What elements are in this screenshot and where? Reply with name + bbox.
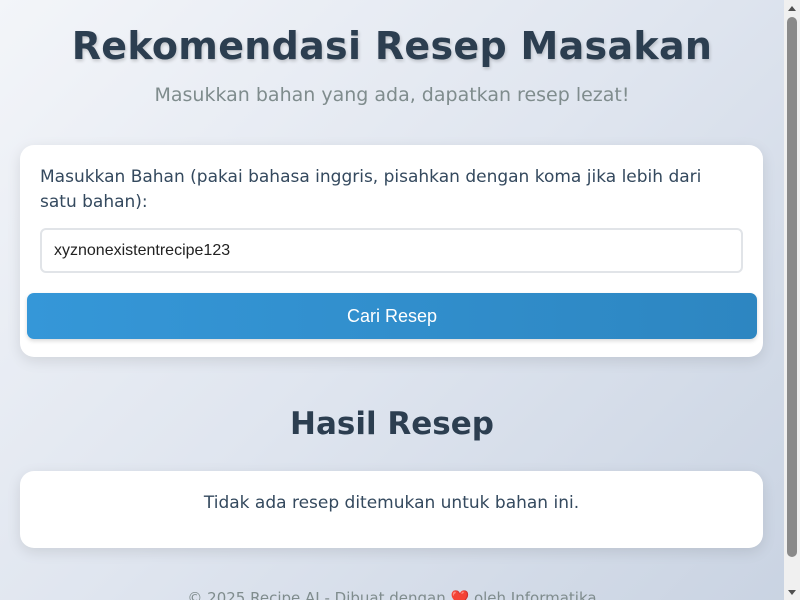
- footer: © 2025 Recipe AI - Dibuat dengan ❤️ oleh…: [0, 589, 784, 600]
- ingredient-input[interactable]: [40, 228, 743, 273]
- footer-text-start: © 2025 Recipe AI - Dibuat dengan: [187, 589, 451, 600]
- results-heading: Hasil Resep: [290, 406, 494, 442]
- ingredient-label: Masukkan Bahan (pakai bahasa inggris, pi…: [40, 167, 702, 212]
- page: Rekomendasi Resep Masakan Masukkan bahan…: [0, 0, 784, 600]
- vertical-scrollbar[interactable]: [784, 0, 800, 600]
- page-subtitle: Masukkan bahan yang ada, dapatkan resep …: [154, 84, 630, 106]
- results-card: Tidak ada resep ditemukan untuk bahan in…: [20, 471, 763, 548]
- heart-icon: ❤️: [450, 589, 470, 600]
- search-recipe-button[interactable]: Cari Resep: [27, 293, 757, 339]
- no-results-message: Tidak ada resep ditemukan untuk bahan in…: [203, 493, 580, 513]
- page-title: Rekomendasi Resep Masakan: [71, 24, 713, 68]
- scroll-down-arrow-icon[interactable]: [784, 584, 800, 600]
- ingredient-form-card: Masukkan Bahan (pakai bahasa inggris, pi…: [20, 145, 763, 357]
- footer-text-end: oleh Informatika: [469, 589, 597, 600]
- scrollbar-thumb[interactable]: [787, 17, 797, 557]
- scroll-up-arrow-icon[interactable]: [784, 0, 800, 16]
